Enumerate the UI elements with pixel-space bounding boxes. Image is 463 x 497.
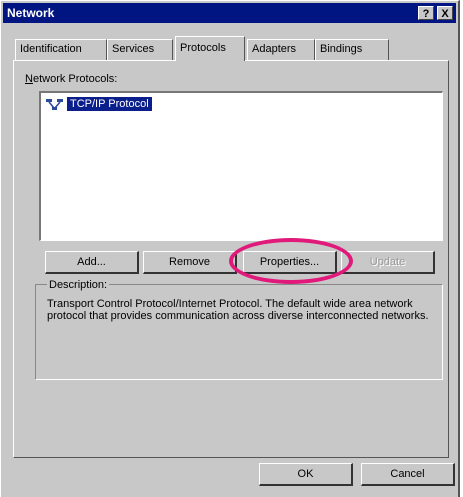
help-button[interactable]: ? — [418, 6, 434, 20]
network-protocol-icon — [45, 98, 65, 110]
add-button[interactable]: Add... — [45, 251, 139, 274]
description-title: Description: — [47, 279, 110, 291]
window-title: Network — [7, 6, 55, 20]
title-bar[interactable]: Network ? X — [3, 3, 456, 23]
tcpip-protocol-label: TCP/IP Protocol — [67, 96, 152, 111]
update-button[interactable]: Update — [341, 251, 435, 274]
ok-button[interactable]: OK — [259, 463, 353, 486]
tab-adapters[interactable]: Adapters — [247, 39, 315, 60]
close-button[interactable]: X — [437, 6, 453, 20]
network-dialog: Network ? X Identification Services Prot… — [0, 0, 460, 497]
tab-bindings[interactable]: Bindings — [315, 39, 389, 60]
protocol-list[interactable]: TCP/IP Protocol — [39, 91, 443, 241]
tab-identification[interactable]: Identification — [15, 39, 107, 60]
tab-services[interactable]: Services — [107, 39, 173, 60]
list-item[interactable]: TCP/IP Protocol — [45, 96, 152, 111]
description-text: Transport Control Protocol/Internet Prot… — [47, 298, 429, 322]
tab-protocols[interactable]: Protocols — [175, 36, 245, 61]
properties-button[interactable]: Properties... — [243, 251, 337, 274]
network-protocols-label: Network Protocols: — [25, 73, 118, 85]
cancel-button[interactable]: Cancel — [361, 463, 455, 486]
remove-button[interactable]: Remove — [143, 251, 237, 274]
